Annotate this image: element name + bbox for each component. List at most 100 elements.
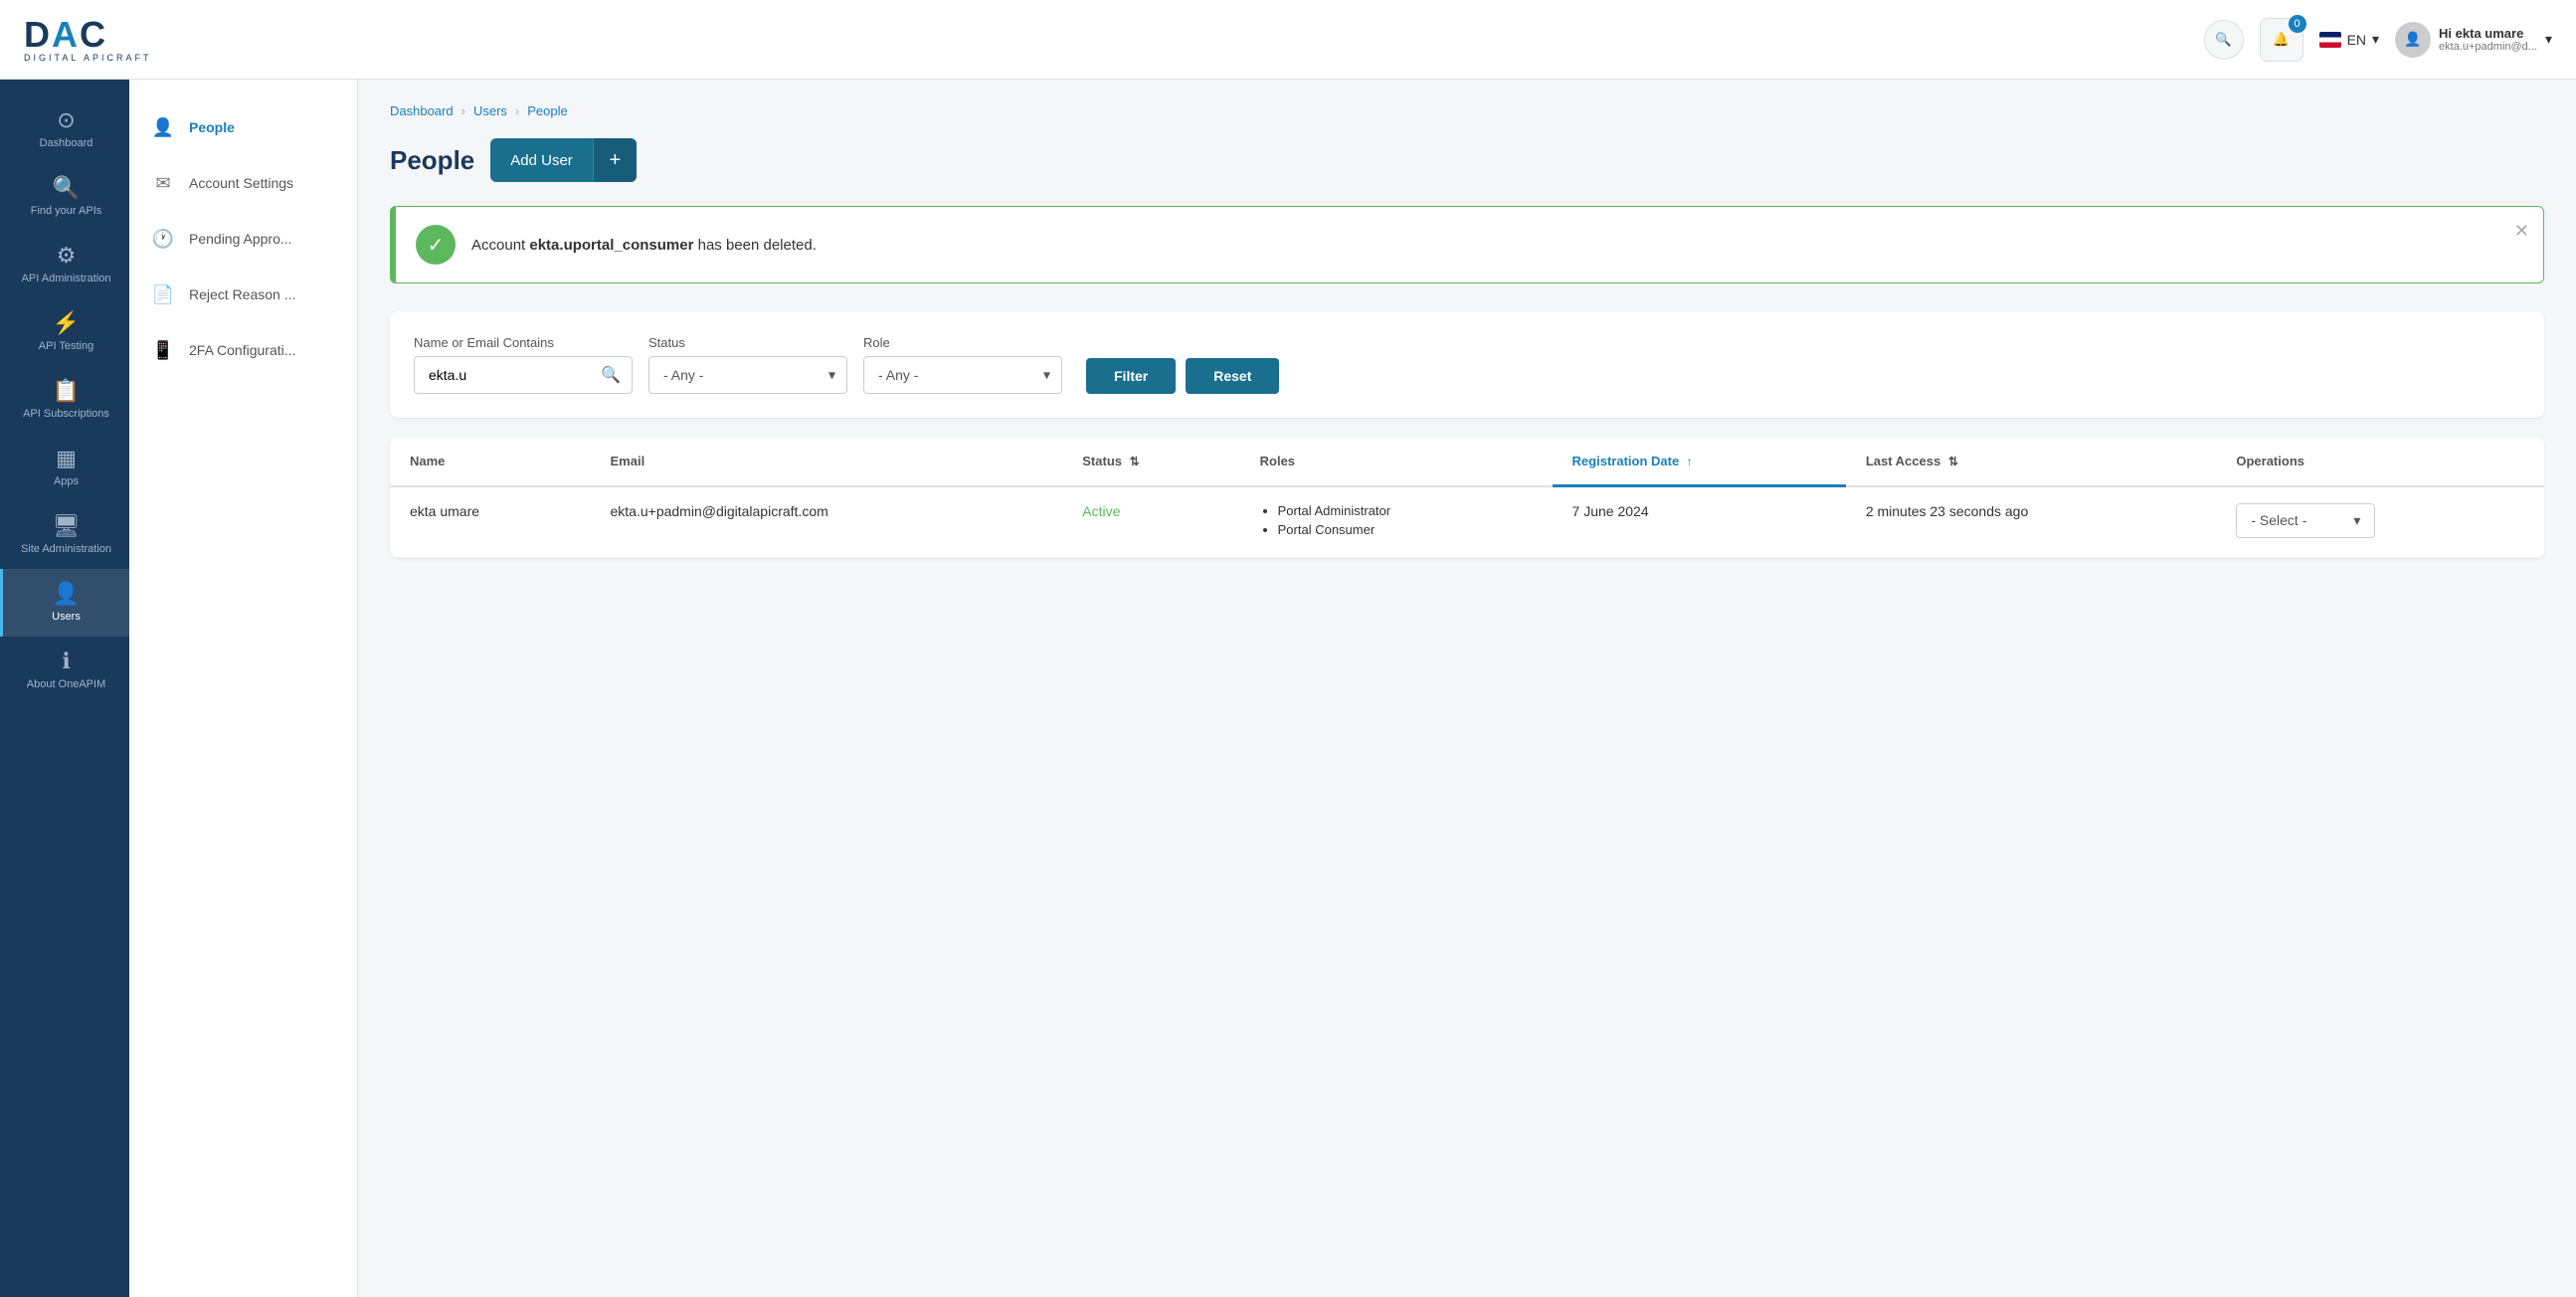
- people-icon: 👤: [149, 113, 177, 141]
- filter-buttons: Filter Reset: [1086, 358, 1279, 394]
- main-row: ⊙ Dashboard 🔍 Find your APIs ⚙ API Admin…: [0, 80, 2576, 1297]
- operations-select-button[interactable]: - Select - ▾: [2236, 503, 2375, 538]
- about-icon: ℹ: [62, 650, 70, 672]
- second-sidebar: 👤 People ✉ Account Settings 🕐 Pending Ap…: [129, 80, 358, 1297]
- filter-row: Name or Email Contains 🔍 Status - Any - …: [414, 335, 2520, 394]
- operations-chevron-icon: ▾: [2353, 512, 2360, 529]
- table-row: ekta umare ekta.u+padmin@digitalapicraft…: [390, 486, 2544, 558]
- status-sort-icon: ⇅: [1130, 455, 1140, 468]
- cell-email: ekta.u+padmin@digitalapicraft.com: [591, 486, 1063, 558]
- cell-roles: Portal Administrator Portal Consumer: [1240, 486, 1553, 558]
- sidebar-item-api-admin[interactable]: ⚙ API Administration: [0, 231, 129, 298]
- status-label: Status: [648, 335, 847, 350]
- sidebar-label-api-testing: API Testing: [39, 340, 93, 352]
- main-content: Dashboard › Users › People People Add Us…: [358, 80, 2576, 1297]
- sidebar-item-people[interactable]: 👤 People: [129, 99, 357, 155]
- last-access-sort-icon: ⇅: [1948, 455, 1958, 468]
- filter-button[interactable]: Filter: [1086, 358, 1176, 394]
- language-selector[interactable]: EN ▾: [2319, 31, 2379, 48]
- search-icon: 🔍: [2215, 32, 2232, 48]
- breadcrumb-sep-2: ›: [515, 103, 519, 118]
- sidebar-item-api-subscriptions[interactable]: 📋 API Subscriptions: [0, 366, 129, 434]
- notif-badge: 0: [2289, 15, 2306, 33]
- sidebar-label-users: Users: [52, 611, 81, 623]
- site-admin-icon: 🖥: [53, 515, 81, 537]
- sidebar-item-account-settings[interactable]: ✉ Account Settings: [129, 155, 357, 211]
- status-select[interactable]: - Any - Active Inactive Pending: [648, 356, 847, 394]
- 2fa-label: 2FA Configurati...: [189, 342, 295, 358]
- account-settings-label: Account Settings: [189, 175, 293, 191]
- cell-status: Active: [1062, 486, 1239, 558]
- sidebar-label-apps: Apps: [54, 475, 79, 487]
- col-email: Email: [591, 438, 1063, 486]
- sidebar-label-dashboard: Dashboard: [40, 137, 93, 149]
- col-name: Name: [390, 438, 591, 486]
- reset-button[interactable]: Reset: [1186, 358, 1279, 394]
- sidebar-label-api-subscriptions: API Subscriptions: [23, 408, 109, 420]
- user-greeting: Hi ekta umare: [2439, 26, 2537, 41]
- role-select[interactable]: - Any - Portal Administrator Portal Cons…: [863, 356, 1062, 394]
- name-email-search-icon: 🔍: [601, 365, 621, 385]
- cell-reg-date: 7 June 2024: [1553, 486, 1846, 558]
- users-table: Name Email Status ⇅ Roles Registration D…: [390, 438, 2544, 558]
- bell-icon: 🔔: [2273, 32, 2290, 48]
- alert-close-button[interactable]: ✕: [2514, 221, 2529, 242]
- breadcrumb-dashboard[interactable]: Dashboard: [390, 103, 454, 118]
- cell-operations: - Select - ▾: [2216, 486, 2544, 558]
- name-email-input[interactable]: [414, 356, 633, 394]
- pending-approvals-label: Pending Appro...: [189, 231, 292, 247]
- breadcrumb-users[interactable]: Users: [473, 103, 507, 118]
- col-status[interactable]: Status ⇅: [1062, 438, 1239, 486]
- flag-icon: [2319, 32, 2341, 48]
- col-roles: Roles: [1240, 438, 1553, 486]
- sidebar-item-about[interactable]: ℹ About OneAPIM: [0, 637, 129, 704]
- search-button[interactable]: 🔍: [2204, 20, 2244, 60]
- sidebar-item-reject-reason[interactable]: 📄 Reject Reason ...: [129, 267, 357, 322]
- user-email: ekta.u+padmin@d...: [2439, 41, 2537, 53]
- 2fa-icon: 📱: [149, 336, 177, 364]
- reg-date-sort-icon: ↑: [1687, 455, 1693, 468]
- add-user-button[interactable]: Add User +: [490, 138, 637, 182]
- breadcrumb-sep-1: ›: [461, 103, 465, 118]
- sidebar-item-2fa-config[interactable]: 📱 2FA Configurati...: [129, 322, 357, 378]
- sidebar-label-find-apis: Find your APIs: [31, 205, 102, 217]
- top-bar-actions: 🔍 🔔 0 EN ▾ 👤 Hi ekta umare ekta.u+padmin…: [2204, 18, 2552, 62]
- sidebar-item-pending-approvals[interactable]: 🕐 Pending Appro...: [129, 211, 357, 267]
- alert-account-name: ekta.uportal_consumer: [529, 237, 693, 254]
- alert-message: Account ekta.uportal_consumer has been d…: [471, 237, 2523, 254]
- col-operations: Operations: [2216, 438, 2544, 486]
- api-testing-icon: ⚡: [53, 312, 80, 334]
- cell-last-access: 2 minutes 23 seconds ago: [1846, 486, 2217, 558]
- sidebar-label-api-admin: API Administration: [22, 273, 111, 284]
- user-menu-button[interactable]: 👤 Hi ekta umare ekta.u+padmin@d... ▾: [2395, 22, 2552, 58]
- col-last-access[interactable]: Last Access ⇅: [1846, 438, 2217, 486]
- logo: DAC DIGITAL APICRAFT: [24, 17, 152, 63]
- alert-check-icon: ✓: [416, 225, 456, 265]
- sidebar-item-api-testing[interactable]: ⚡ API Testing: [0, 298, 129, 366]
- filter-section: Name or Email Contains 🔍 Status - Any - …: [390, 311, 2544, 418]
- name-email-filter: Name or Email Contains 🔍: [414, 335, 633, 394]
- sidebar-label-site-admin: Site Administration: [21, 543, 111, 555]
- nav-sidebar: ⊙ Dashboard 🔍 Find your APIs ⚙ API Admin…: [0, 80, 129, 1297]
- api-subscriptions-icon: 📋: [53, 380, 80, 402]
- top-bar: DAC DIGITAL APICRAFT 🔍 🔔 0 EN ▾ 👤 H: [0, 0, 2576, 80]
- lang-chevron-icon: ▾: [2372, 31, 2379, 48]
- sidebar-label-about: About OneAPIM: [27, 678, 106, 690]
- breadcrumb-current: People: [527, 103, 567, 118]
- operations-select-label: - Select -: [2251, 512, 2306, 528]
- success-alert: ✓ Account ekta.uportal_consumer has been…: [390, 206, 2544, 283]
- apps-icon: ▦: [56, 448, 77, 469]
- role-item: Portal Administrator: [1278, 503, 1533, 518]
- dashboard-icon: ⊙: [57, 109, 75, 131]
- sidebar-item-site-admin[interactable]: 🖥 Site Administration: [0, 501, 129, 569]
- status-filter: Status - Any - Active Inactive Pending ▾: [648, 335, 847, 394]
- sidebar-item-users[interactable]: 👤 Users: [0, 569, 129, 637]
- sidebar-item-find-apis[interactable]: 🔍 Find your APIs: [0, 163, 129, 231]
- sidebar-item-apps[interactable]: ▦ Apps: [0, 434, 129, 501]
- notifications-button[interactable]: 🔔 0: [2260, 18, 2303, 62]
- page-header: People Add User +: [390, 138, 2544, 182]
- sidebar-item-dashboard[interactable]: ⊙ Dashboard: [0, 95, 129, 163]
- page-title: People: [390, 145, 474, 176]
- add-user-plus-icon: +: [593, 138, 637, 182]
- col-reg-date[interactable]: Registration Date ↑: [1553, 438, 1846, 486]
